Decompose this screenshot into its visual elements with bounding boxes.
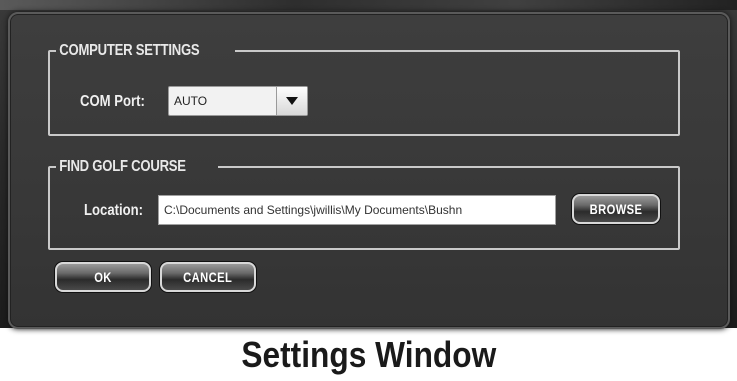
ok-button-label: OK bbox=[94, 269, 112, 285]
location-label: Location: bbox=[84, 202, 144, 219]
com-port-select[interactable]: AUTO bbox=[168, 86, 308, 116]
com-port-label: COM Port: bbox=[80, 93, 145, 110]
browse-button[interactable]: BROWSE bbox=[572, 194, 660, 224]
caption-text: Settings Window bbox=[241, 334, 496, 375]
ok-button[interactable]: OK bbox=[55, 262, 151, 292]
cancel-button-label: CANCEL bbox=[183, 269, 233, 285]
com-port-dropdown-button[interactable] bbox=[276, 87, 307, 115]
com-port-value: AUTO bbox=[174, 94, 208, 108]
browse-button-label: BROWSE bbox=[589, 201, 643, 217]
backdrop-strip bbox=[0, 0, 737, 10]
computer-settings-legend: COMPUTER SETTINGS bbox=[59, 42, 200, 59]
cancel-button[interactable]: CANCEL bbox=[160, 262, 256, 292]
computer-settings-group: COMPUTER SETTINGS bbox=[48, 42, 680, 136]
figure-caption: Settings Window bbox=[0, 328, 737, 381]
page: COMPUTER SETTINGS COM Port: AUTO FIND GO… bbox=[0, 0, 737, 381]
find-golf-course-legend: FIND GOLF COURSE bbox=[59, 158, 186, 175]
chevron-down-icon bbox=[286, 97, 298, 105]
location-value: C:\Documents and Settings\jwillis\My Doc… bbox=[164, 203, 463, 217]
location-input[interactable]: C:\Documents and Settings\jwillis\My Doc… bbox=[158, 195, 556, 225]
